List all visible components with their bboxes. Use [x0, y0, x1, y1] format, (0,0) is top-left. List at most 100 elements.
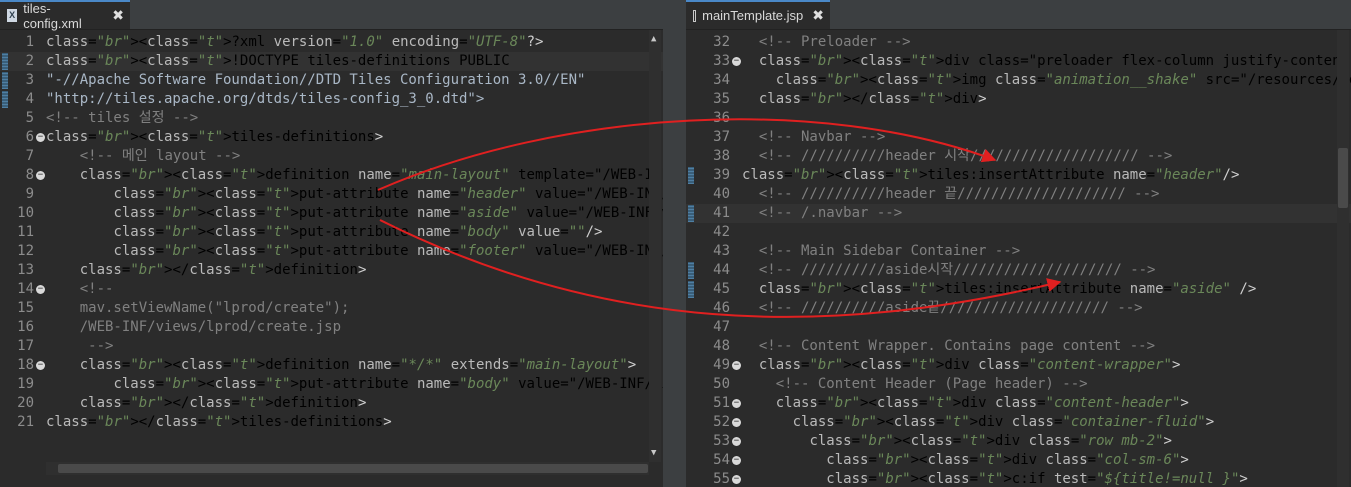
code-line[interactable]: 46 <!-- //////////aside끝////////////////…	[686, 299, 1351, 318]
fold-icon[interactable]: −	[36, 285, 45, 294]
code-line[interactable]: 55− class="br"><class="t">c:if test="${t…	[686, 470, 1351, 487]
code-line[interactable]: 4 "http://tiles.apache.org/dtds/tiles-con…	[0, 90, 663, 109]
line-number: 6	[25, 129, 34, 145]
code-text: <!-- Preloader -->	[742, 34, 911, 50]
scroll-up-icon[interactable]: ▲	[651, 34, 656, 44]
code-line[interactable]: 15 mav.setViewName("lprod/create");	[0, 299, 663, 318]
code-line[interactable]: 34 class="br"><class="t">img class="anim…	[686, 71, 1351, 90]
code-line[interactable]: 41 <!-- /.navbar -->	[686, 204, 1351, 223]
code-line[interactable]: 39 class="br"><class="t">tiles:insertAttr…	[686, 166, 1351, 185]
line-number: 5	[25, 110, 34, 126]
code-line[interactable]: 54− class="br"><class="t">div class="col…	[686, 451, 1351, 470]
code-line[interactable]: 1 class="br"><class="t">?xml version="1.0…	[0, 33, 663, 52]
code-line[interactable]: 33− class="br"><class="t">div class="pre…	[686, 52, 1351, 71]
code-line[interactable]: 53− class="br"><class="t">div class="row…	[686, 432, 1351, 451]
fold-icon[interactable]: −	[36, 361, 45, 370]
line-number: 49	[713, 357, 730, 373]
code-line[interactable]: 40 <!-- //////////header 끝//////////////…	[686, 185, 1351, 204]
right-editor-pane: mainTemplate.jsp ✖ 32 <!-- Preloader -->…	[686, 0, 1351, 487]
code-text: "http://tiles.apache.org/dtds/tiles-conf…	[46, 91, 485, 107]
code-line[interactable]: 8− class="br"><class="t">definition name…	[0, 166, 663, 185]
code-line[interactable]: 16 /WEB-INF/views/lprod/create.jsp	[0, 318, 663, 337]
fold-icon[interactable]: −	[732, 418, 741, 427]
code-editor[interactable]: 1 class="br"><class="t">?xml version="1.0…	[0, 30, 663, 487]
fold-icon[interactable]: −	[732, 475, 741, 484]
code-line[interactable]: 37 <!-- Navbar -->	[686, 128, 1351, 147]
fold-icon[interactable]: −	[732, 361, 741, 370]
close-icon[interactable]: ✖	[812, 7, 824, 24]
code-line[interactable]: 36	[686, 109, 1351, 128]
code-line[interactable]: 14− <!--	[0, 280, 663, 299]
line-number: 41	[713, 205, 730, 221]
code-editor[interactable]: 32 <!-- Preloader --> 33− class="br"><cla…	[686, 30, 1351, 487]
line-number: 4	[25, 91, 34, 107]
code-text: <!-- tiles 설정 -->	[46, 110, 199, 126]
code-line[interactable]: 5 <!-- tiles 설정 -->	[0, 109, 663, 128]
code-line[interactable]: 9 class="br"><class="t">put-attribute na…	[0, 185, 663, 204]
code-line[interactable]: 38 <!-- //////////header 시작/////////////…	[686, 147, 1351, 166]
fold-icon[interactable]: −	[732, 437, 741, 446]
code-text: <!-- Navbar -->	[742, 129, 886, 145]
code-line[interactable]: 48 <!-- Content Wrapper. Contains page c…	[686, 337, 1351, 356]
code-text: class="br"></class="t">div>	[758, 91, 987, 107]
line-number: 44	[713, 262, 730, 278]
fold-icon[interactable]: −	[36, 133, 45, 142]
code-text: <!-- //////////header 시작////////////////…	[742, 148, 1173, 164]
line-number: 37	[713, 129, 730, 145]
code-line[interactable]: 45 class="br"><class="t">tiles:insertAtt…	[686, 280, 1351, 299]
scroll-thumb[interactable]	[58, 464, 648, 473]
code-line[interactable]: 2 class="br"><class="t">!DOCTYPE tiles-de…	[0, 52, 663, 71]
line-number: 7	[25, 148, 34, 164]
code-line[interactable]: 51− class="br"><class="t">div class="con…	[686, 394, 1351, 413]
scroll-thumb[interactable]	[1338, 148, 1348, 208]
fold-icon[interactable]: −	[36, 171, 45, 180]
code-line[interactable]: 32 <!-- Preloader -->	[686, 33, 1351, 52]
code-line[interactable]: 3 "-//Apache Software Foundation//DTD Til…	[0, 71, 663, 90]
code-line[interactable]: 19 class="br"><class="t">put-attribute n…	[0, 375, 663, 394]
tab-tiles-config[interactable]: X tiles-config.xml ✖	[0, 0, 130, 31]
code-line[interactable]: 13 class="br"></class="t">definition>	[0, 261, 663, 280]
code-line[interactable]: 47	[686, 318, 1351, 337]
line-number: 47	[713, 319, 730, 335]
code-text: class="br"></class="t">definition>	[79, 395, 367, 411]
code-line[interactable]: 10 class="br"><class="t">put-attribute n…	[0, 204, 663, 223]
code-text: class="br"></class="t">definition>	[79, 262, 367, 278]
code-line[interactable]: 7 <!-- 메인 layout -->	[0, 147, 663, 166]
code-text: <!-- /.navbar -->	[742, 205, 903, 221]
code-line[interactable]: 11 class="br"><class="t">put-attribute n…	[0, 223, 663, 242]
tab-main-template[interactable]: mainTemplate.jsp ✖	[686, 0, 830, 29]
code-text: class="br"><class="t">put-attribute name…	[113, 376, 663, 392]
line-number: 21	[17, 414, 34, 430]
code-text: class="br"><class="t">tiles-definitions>	[46, 129, 384, 145]
line-number: 51	[713, 395, 730, 411]
code-line[interactable]: 20 class="br"></class="t">definition>	[0, 394, 663, 413]
jsp-file-icon	[693, 9, 697, 22]
scroll-down-icon[interactable]: ▼	[651, 448, 656, 458]
code-line[interactable]: 18− class="br"><class="t">definition nam…	[0, 356, 663, 375]
code-line[interactable]: 35 class="br"></class="t">div>	[686, 90, 1351, 109]
code-line[interactable]: 42	[686, 223, 1351, 242]
code-line[interactable]: 21 class="br"></class="t">tiles-definitio…	[0, 413, 663, 432]
code-line[interactable]: 44 <!-- //////////aside시작///////////////…	[686, 261, 1351, 280]
pane-splitter[interactable]	[663, 0, 686, 487]
fold-icon[interactable]: −	[732, 456, 741, 465]
close-icon[interactable]: ✖	[112, 7, 124, 24]
fold-icon[interactable]: −	[732, 399, 741, 408]
code-line[interactable]: 17 -->	[0, 337, 663, 356]
vertical-scrollbar[interactable]	[1337, 30, 1349, 487]
code-line[interactable]: 49− class="br"><class="t">div class="con…	[686, 356, 1351, 375]
code-text: class="br"><class="t">div class="preload…	[758, 53, 1351, 69]
code-text: <!-- //////////aside시작//////////////////…	[742, 262, 1156, 278]
code-line[interactable]: 43 <!-- Main Sidebar Container -->	[686, 242, 1351, 261]
line-number: 43	[713, 243, 730, 259]
line-number: 13	[17, 262, 34, 278]
horizontal-scrollbar[interactable]	[46, 462, 649, 475]
vertical-scrollbar[interactable]: ▲ ▼	[649, 30, 661, 462]
fold-icon[interactable]: −	[732, 57, 741, 66]
code-line[interactable]: 6− class="br"><class="t">tiles-definition…	[0, 128, 663, 147]
code-text: "-//Apache Software Foundation//DTD Tile…	[46, 72, 586, 88]
code-line[interactable]: 52− class="br"><class="t">div class="con…	[686, 413, 1351, 432]
code-line[interactable]: 12 class="br"><class="t">put-attribute n…	[0, 242, 663, 261]
code-line[interactable]: 50 <!-- Content Header (Page header) -->	[686, 375, 1351, 394]
code-text: class="br"><class="t">div class="col-sm-…	[826, 452, 1189, 468]
